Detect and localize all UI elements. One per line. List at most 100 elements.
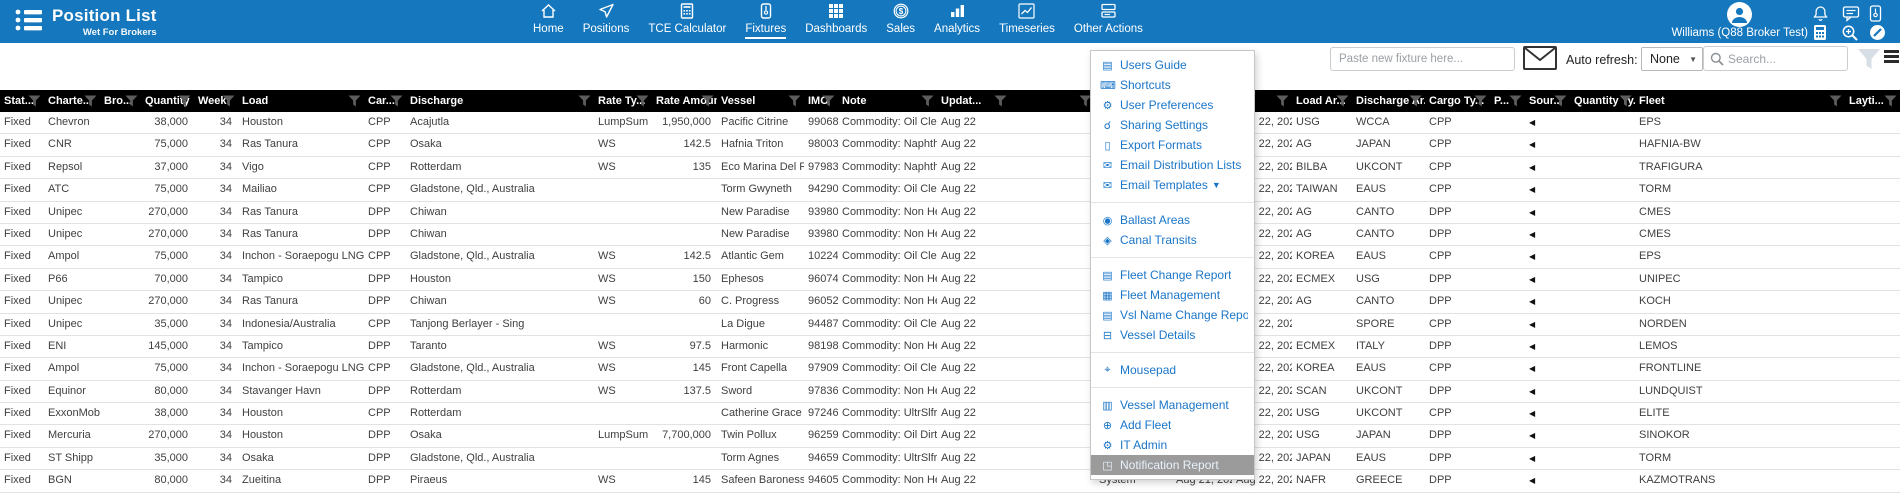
column-header-rate_amount[interactable]: Rate Amount	[652, 90, 717, 112]
table-row[interactable]: FixedBGN80,00034ZueitinaDPPPiraeusWS145S…	[0, 470, 1900, 492]
filter-funnel-icon[interactable]	[1509, 95, 1522, 110]
nav-item-dashboards[interactable]: Dashboards	[805, 2, 867, 39]
column-header-broker[interactable]: Bro...	[100, 90, 141, 112]
app-logo[interactable]: Position List Wet For Brokers	[14, 6, 157, 38]
filter-funnel-icon[interactable]	[348, 95, 361, 110]
paste-fixture-input[interactable]	[1330, 47, 1515, 71]
column-header-laytime[interactable]: Layti...	[1845, 90, 1900, 112]
nav-item-analytics[interactable]: Analytics	[934, 2, 980, 39]
menu-item-add-fleet[interactable]: ⊕Add Fleet	[1091, 415, 1254, 435]
filter-funnel-icon[interactable]	[994, 95, 1007, 110]
menu-item-mousepad[interactable]: ⌖Mousepad	[1091, 360, 1254, 380]
filter-funnel-icon[interactable]	[125, 95, 138, 110]
filter-funnel-icon[interactable]	[178, 95, 191, 110]
column-header-discharge_area[interactable]: Discharge Ar...	[1352, 90, 1425, 112]
nav-item-timeseries[interactable]: Timeseries	[999, 2, 1055, 39]
filter-funnel-icon[interactable]	[1554, 95, 1567, 110]
column-header-vessel[interactable]: Vessel	[717, 90, 804, 112]
table-row[interactable]: FixedExxonMobil38,00034HoustonCPPRotterd…	[0, 403, 1900, 425]
menu-item-users-guide[interactable]: ▤Users Guide	[1091, 55, 1254, 75]
table-row[interactable]: FixedST Shipp35,00034OsakaDPPGladstone, …	[0, 448, 1900, 470]
filter-funnel-icon[interactable]	[390, 95, 403, 110]
filter-funnel-icon[interactable]	[578, 95, 591, 110]
menu-item-notification-report[interactable]: ◳Notification Report	[1091, 455, 1254, 475]
nav-item-sales[interactable]: $Sales	[886, 2, 915, 39]
column-header-quantity[interactable]: Quantity	[141, 90, 194, 112]
calculator-icon[interactable]	[1813, 24, 1833, 41]
table-row[interactable]: FixedEquinor80,00034Stavanger HavnDPPRot…	[0, 381, 1900, 403]
fixture-badge-icon[interactable]	[1869, 5, 1889, 22]
column-header-quantity_type[interactable]: Quantity Ty...	[1570, 90, 1635, 112]
column-header-discharge[interactable]: Discharge	[406, 90, 594, 112]
filter-funnel-icon[interactable]	[1474, 95, 1487, 110]
column-header-colA[interactable]	[1010, 90, 1095, 112]
table-row[interactable]: FixedUnipec35,00034Indonesia/AustraliaCP…	[0, 314, 1900, 336]
nav-item-tce-calculator[interactable]: TCE Calculator	[648, 2, 726, 39]
column-header-note[interactable]: Note	[838, 90, 937, 112]
filter-funnel-icon[interactable]	[222, 95, 235, 110]
table-row[interactable]: FixedUnipec270,00034Ras TanuraDPPChiwanN…	[0, 202, 1900, 224]
filter-funnel-icon[interactable]	[1829, 95, 1842, 110]
nav-item-other-actions[interactable]: Other Actions	[1074, 2, 1143, 39]
filter-funnel-icon[interactable]	[921, 95, 934, 110]
menu-item-export-formats[interactable]: ▯Export Formats	[1091, 135, 1254, 155]
menu-item-shortcuts[interactable]: ⌨Shortcuts	[1091, 75, 1254, 95]
menu-item-vessel-management[interactable]: ▥Vessel Management	[1091, 395, 1254, 415]
column-header-charterer[interactable]: Charte...	[44, 90, 100, 112]
filter-funnel-icon[interactable]	[1884, 95, 1897, 110]
filter-funnel-icon[interactable]	[1336, 95, 1349, 110]
column-header-cargo_type[interactable]: Cargo Ty...	[1425, 90, 1490, 112]
filter-funnel-icon[interactable]	[1276, 95, 1289, 110]
menu-item-vsl-name-change-report[interactable]: ▤Vsl Name Change Report	[1091, 305, 1254, 325]
table-row[interactable]: FixedChevron38,00034HoustonCPPAcajutlaLu…	[0, 112, 1900, 134]
column-header-imo[interactable]: IMO	[804, 90, 838, 112]
column-header-source[interactable]: Sour...	[1525, 90, 1570, 112]
column-header-fleet[interactable]: Fleet	[1635, 90, 1845, 112]
nav-item-fixtures[interactable]: Fixtures	[745, 2, 786, 39]
menu-item-fleet-management[interactable]: ▦Fleet Management	[1091, 285, 1254, 305]
filter-funnel-icon[interactable]	[1409, 95, 1422, 110]
table-row[interactable]: FixedUnipec270,00034Ras TanuraDPPChiwanN…	[0, 224, 1900, 246]
filter-funnel-icon[interactable]	[788, 95, 801, 110]
bell-icon[interactable]	[1812, 5, 1832, 22]
menu-item-user-preferences[interactable]: ⚙User Preferences	[1091, 95, 1254, 115]
filter-funnel-icon[interactable]	[1856, 47, 1882, 76]
column-header-p[interactable]: P...	[1490, 90, 1525, 112]
nav-item-home[interactable]: Home	[533, 2, 564, 39]
table-row[interactable]: FixedCNR75,00034Ras TanuraCPPOsakaWS142.…	[0, 134, 1900, 156]
envelope-icon[interactable]	[1522, 45, 1558, 76]
filter-funnel-icon[interactable]	[822, 95, 835, 110]
column-header-week[interactable]: Week	[194, 90, 238, 112]
filter-funnel-icon[interactable]	[1619, 95, 1632, 110]
column-header-status[interactable]: Stat...	[0, 90, 44, 112]
table-row[interactable]: FixedENI145,00034TampicoDPPTarantoWS97.5…	[0, 336, 1900, 358]
menu-item-email-distribution-lists[interactable]: ✉Email Distribution Lists	[1091, 155, 1254, 175]
menu-item-ballast-areas[interactable]: ◉Ballast Areas	[1091, 210, 1254, 230]
column-header-updated[interactable]: Updat...	[937, 90, 1010, 112]
hamburger-menu-icon[interactable]	[1884, 50, 1899, 65]
menu-item-sharing-settings[interactable]: ☌Sharing Settings	[1091, 115, 1254, 135]
table-row[interactable]: FixedAmpol75,00034Inchon - Soraepogu LNG…	[0, 358, 1900, 380]
column-header-load[interactable]: Load	[238, 90, 364, 112]
pen-circle-icon[interactable]	[1869, 24, 1889, 41]
column-header-load_area[interactable]: Load Ar...	[1292, 90, 1352, 112]
search-input[interactable]	[1728, 48, 1846, 69]
table-row[interactable]: FixedRepsol37,00034VigoCPPRotterdamWS135…	[0, 157, 1900, 179]
auto-refresh-select[interactable]: None ▼	[1641, 47, 1703, 71]
table-row[interactable]: FixedMercuria270,00034HoustonDPPOsakaLum…	[0, 425, 1900, 447]
avatar[interactable]	[1727, 2, 1752, 27]
nav-item-positions[interactable]: Positions	[583, 2, 630, 39]
search-zoom-icon[interactable]	[1841, 24, 1861, 41]
menu-item-email-templates[interactable]: ✉Email Templates▼	[1091, 175, 1254, 195]
table-row[interactable]: FixedAmpol75,00034Inchon - Soraepogu LNG…	[0, 246, 1900, 268]
chat-icon[interactable]	[1842, 5, 1862, 22]
filter-funnel-icon[interactable]	[28, 95, 41, 110]
table-row[interactable]: FixedUnipec270,00034Ras TanuraDPPChiwanW…	[0, 291, 1900, 313]
column-header-cargo[interactable]: Car...	[364, 90, 406, 112]
menu-item-vessel-details[interactable]: ⊟Vessel Details	[1091, 325, 1254, 345]
menu-item-canal-transits[interactable]: ◈Canal Transits	[1091, 230, 1254, 250]
table-row[interactable]: FixedATC75,00034MailiaoCPPGladstone, Qld…	[0, 179, 1900, 201]
table-row[interactable]: FixedP6670,00034TampicoDPPHoustonWS150Ep…	[0, 269, 1900, 291]
menu-item-fleet-change-report[interactable]: ▤Fleet Change Report	[1091, 265, 1254, 285]
filter-funnel-icon[interactable]	[84, 95, 97, 110]
